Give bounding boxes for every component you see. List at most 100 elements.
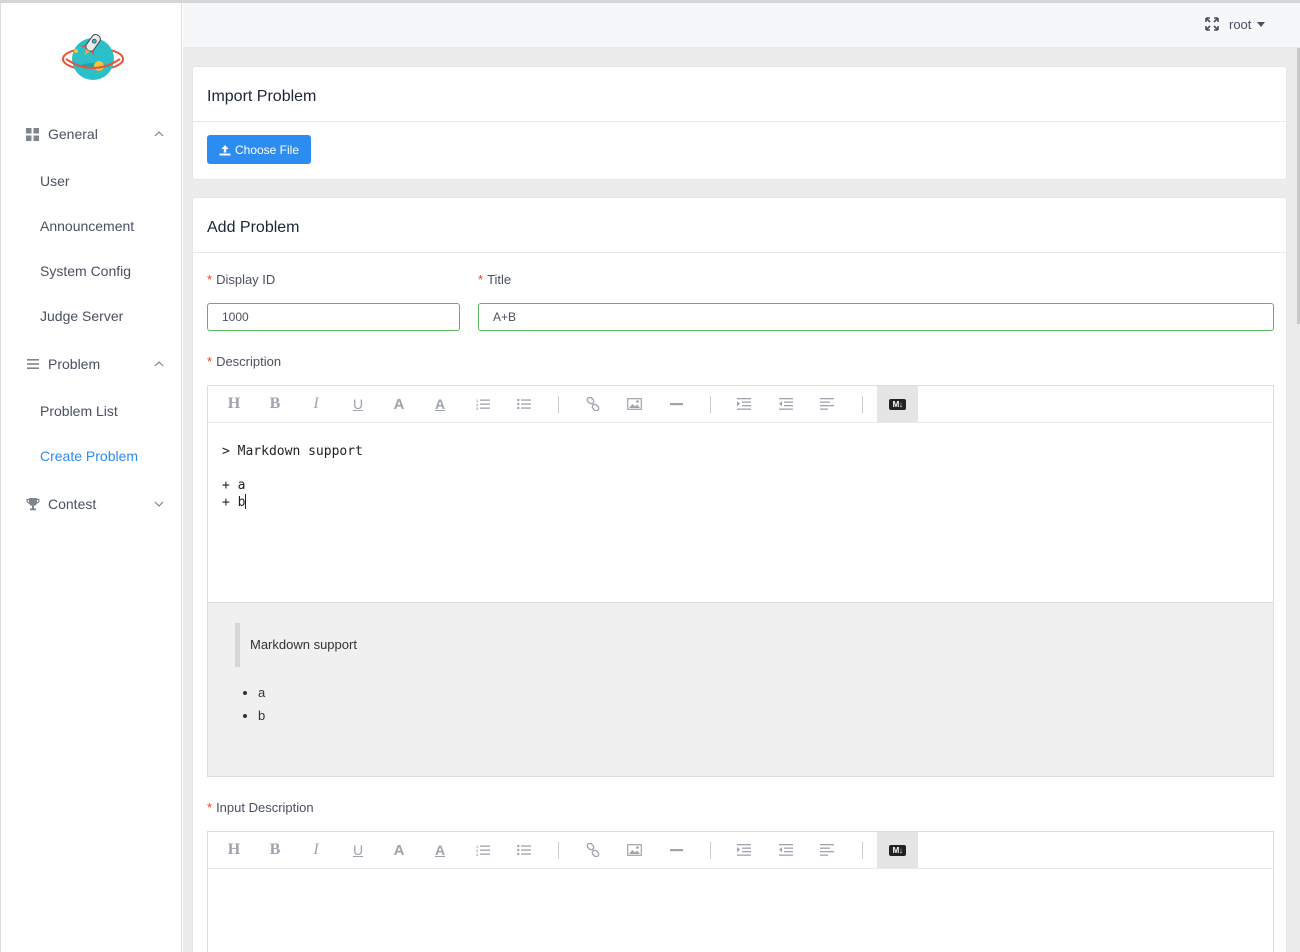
sidebar-item-label: User bbox=[40, 173, 70, 189]
button-label: Choose File bbox=[234, 142, 300, 157]
list-item: b bbox=[258, 708, 265, 731]
indent-icon[interactable] bbox=[733, 394, 755, 414]
toolbar-separator bbox=[710, 842, 711, 859]
markdown-icon: M↓ bbox=[889, 398, 906, 410]
horizontal-rule-icon[interactable] bbox=[665, 840, 687, 860]
rocket-planet-logo bbox=[62, 33, 124, 80]
divider bbox=[193, 252, 1286, 253]
blockquote-text: Markdown support bbox=[250, 637, 357, 652]
list-item: a bbox=[258, 685, 265, 708]
display-id-label: * Display ID bbox=[207, 272, 275, 287]
svg-text:3: 3 bbox=[476, 406, 479, 410]
toolbar-separator bbox=[862, 396, 863, 413]
ordered-list-icon[interactable]: 123 bbox=[472, 840, 494, 860]
menu-group-problem[interactable]: Problem bbox=[1, 343, 182, 387]
image-icon[interactable] bbox=[623, 394, 645, 414]
font-icon[interactable]: A bbox=[388, 840, 410, 860]
font-icon[interactable]: A bbox=[388, 394, 410, 414]
chevron-up-icon bbox=[154, 361, 164, 367]
choose-file-button[interactable]: Choose File bbox=[207, 135, 311, 164]
toolbar-separator bbox=[710, 396, 711, 413]
main-content: Import Problem Choose File Add Problem *… bbox=[183, 48, 1300, 952]
italic-icon[interactable]: I bbox=[305, 840, 327, 860]
chevron-up-icon bbox=[154, 131, 164, 137]
import-problem-card: Import Problem Choose File bbox=[192, 66, 1287, 180]
sidebar-item-create-problem[interactable]: Create Problem bbox=[1, 435, 182, 479]
card-title: Add Problem bbox=[207, 219, 300, 236]
input-description-editor: H B I U A A 123 M↓ bbox=[207, 831, 1274, 952]
dashboard-grid-icon bbox=[26, 128, 39, 141]
markdown-source-editor[interactable]: > Markdown support + a + b bbox=[208, 423, 1273, 602]
sidebar-item-judge-server[interactable]: Judge Server bbox=[1, 295, 182, 339]
header-icon[interactable]: H bbox=[223, 840, 245, 860]
ordered-list-icon[interactable]: 123 bbox=[472, 394, 494, 414]
fullscreen-icon[interactable] bbox=[1205, 17, 1219, 31]
toolbar-separator bbox=[558, 396, 559, 413]
display-id-input[interactable] bbox=[207, 303, 460, 331]
bold-icon[interactable]: B bbox=[264, 840, 286, 860]
description-editor: H B I U A A 123 M↓ > Markdown support + bbox=[207, 385, 1274, 777]
preview-list: a b bbox=[258, 685, 265, 731]
toolbar-separator bbox=[862, 842, 863, 859]
align-left-icon[interactable] bbox=[816, 840, 838, 860]
italic-icon[interactable]: I bbox=[305, 394, 327, 414]
markdown-toggle-button[interactable]: M↓ bbox=[877, 832, 918, 868]
indent-icon[interactable] bbox=[733, 840, 755, 860]
title-input[interactable] bbox=[478, 303, 1274, 331]
source-line: + a bbox=[222, 478, 246, 493]
link-icon[interactable] bbox=[582, 840, 604, 860]
label-text: Title bbox=[487, 272, 512, 287]
sidebar-item-label: Judge Server bbox=[40, 308, 124, 324]
card-title: Import Problem bbox=[207, 88, 317, 105]
menu-group-label: General bbox=[48, 126, 98, 142]
user-menu[interactable]: root bbox=[1229, 17, 1251, 32]
unordered-list-icon[interactable] bbox=[513, 840, 535, 860]
text-cursor bbox=[245, 494, 247, 509]
sidebar-item-problem-list[interactable]: Problem List bbox=[1, 390, 182, 434]
top-header: root bbox=[183, 3, 1300, 48]
menu-group-label: Contest bbox=[48, 496, 97, 512]
markdown-icon: M↓ bbox=[889, 844, 906, 856]
required-asterisk: * bbox=[478, 272, 484, 287]
sidebar-item-label: Create Problem bbox=[40, 448, 139, 464]
sidebar-item-label: System Config bbox=[40, 263, 132, 279]
link-icon[interactable] bbox=[582, 394, 604, 414]
label-text: Description bbox=[216, 354, 282, 369]
unordered-list-icon[interactable] bbox=[513, 394, 535, 414]
label-text: Display ID bbox=[216, 272, 276, 287]
add-problem-card: Add Problem *Display ID *Title *Descript… bbox=[192, 197, 1287, 952]
bold-icon[interactable]: B bbox=[264, 394, 286, 414]
horizontal-rule-icon[interactable] bbox=[665, 394, 687, 414]
trophy-icon bbox=[26, 498, 40, 511]
label-text: Input Description bbox=[216, 800, 314, 815]
outdent-icon[interactable] bbox=[775, 394, 797, 414]
description-label: * Description bbox=[207, 354, 281, 369]
menu-group-contest[interactable]: Contest bbox=[1, 483, 182, 527]
font-color-icon[interactable]: A bbox=[429, 840, 451, 860]
font-color-icon[interactable]: A bbox=[429, 394, 451, 414]
caret-down-icon[interactable] bbox=[1257, 22, 1265, 27]
sidebar-item-announcement[interactable]: Announcement bbox=[1, 205, 182, 249]
sidebar-item-user[interactable]: User bbox=[1, 160, 182, 204]
markdown-source-editor[interactable] bbox=[208, 869, 1273, 952]
underline-icon[interactable]: U bbox=[347, 394, 369, 414]
sidebar-item-system-config[interactable]: System Config bbox=[1, 250, 182, 294]
menu-group-general[interactable]: General bbox=[1, 113, 182, 157]
required-asterisk: * bbox=[207, 272, 213, 287]
underline-icon[interactable]: U bbox=[347, 840, 369, 860]
outdent-icon[interactable] bbox=[775, 840, 797, 860]
source-line: > Markdown support bbox=[222, 444, 363, 459]
svg-text:3: 3 bbox=[476, 852, 479, 856]
align-left-icon[interactable] bbox=[816, 394, 838, 414]
editor-toolbar: H B I U A A 123 M↓ bbox=[208, 832, 1273, 869]
list-icon bbox=[27, 359, 39, 369]
markdown-preview: Markdown support a b bbox=[208, 602, 1273, 776]
sidebar-item-label: Announcement bbox=[40, 218, 135, 234]
header-icon[interactable]: H bbox=[223, 394, 245, 414]
image-icon[interactable] bbox=[623, 840, 645, 860]
sidebar: General User Announcement System Config … bbox=[0, 3, 182, 952]
editor-toolbar: H B I U A A 123 M↓ bbox=[208, 386, 1273, 423]
markdown-toggle-button[interactable]: M↓ bbox=[877, 386, 918, 422]
toolbar-separator bbox=[558, 842, 559, 859]
input-description-label: * Input Description bbox=[207, 800, 314, 815]
